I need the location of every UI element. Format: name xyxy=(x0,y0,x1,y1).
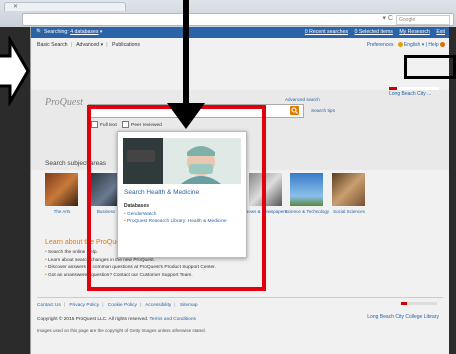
library-logo-mark xyxy=(389,87,439,90)
selected-items-link[interactable]: 0 Selected items xyxy=(355,29,393,35)
preferences-bar: Preferences English ▾ | Help xyxy=(367,42,445,48)
browser-search-box[interactable]: Google xyxy=(396,15,450,25)
contact-link[interactable]: Contact Us xyxy=(37,303,61,308)
search-icon: 🔍 xyxy=(36,29,43,35)
my-research-link[interactable]: My Research xyxy=(399,29,430,35)
address-bar[interactable]: ▾ C Google xyxy=(22,13,454,26)
footer-library-mark xyxy=(401,302,437,305)
recent-searches-link[interactable]: 0 Recent searches xyxy=(305,29,348,35)
footer-links: Contact Us | Privacy Policy | Cookie Polic… xyxy=(37,303,198,308)
subject-label: Science & Technology xyxy=(284,209,330,214)
tab-close-icon[interactable]: ✕ xyxy=(13,3,18,10)
sitemap-link[interactable]: Sitemap xyxy=(180,303,198,308)
browser-chrome: ✕ ▾ C Google xyxy=(0,0,456,27)
cookie-link[interactable]: Cookie Policy xyxy=(108,303,137,308)
search-tips-link[interactable]: Search tips xyxy=(311,109,335,114)
copyright: Copyright © 2015 ProQuest LLC. All right… xyxy=(37,317,196,322)
searching-label: Searching: xyxy=(43,29,69,35)
privacy-link[interactable]: Privacy Policy xyxy=(69,303,99,308)
footer-divider xyxy=(37,297,443,298)
searching-info: 🔍 Searching: 4 databases ▾ xyxy=(36,29,103,35)
search-button[interactable] xyxy=(290,106,299,115)
top-bar: 🔍 Searching: 4 databases ▾ 0 Recent sear… xyxy=(31,27,449,38)
browser-tab[interactable]: ✕ xyxy=(4,2,126,11)
user-links: 0 Recent searches 0 Selected items My Re… xyxy=(300,27,445,38)
basic-search-link[interactable]: Basic Search xyxy=(37,42,68,48)
outline-arrow-icon xyxy=(0,36,30,106)
footer-library-name[interactable]: Long Beach City College Library xyxy=(367,314,439,320)
reload-icon[interactable]: ▾ C xyxy=(382,14,393,22)
exit-link[interactable]: Exit xyxy=(436,29,445,35)
advanced-search-link[interactable]: Advanced xyxy=(76,42,99,48)
library-logo: Long Beach City ... xyxy=(389,87,439,97)
advanced-search-link-2[interactable]: Advanced search xyxy=(285,97,320,102)
subject-label: Social Sciences xyxy=(333,209,365,214)
images-credit: Images used on this page are the copyrig… xyxy=(37,328,206,333)
proquest-logo: ProQuest xyxy=(45,97,83,108)
search-nav: Basic Search | Advanced ▾ | Publications xyxy=(37,42,141,48)
subject-label: The Arts xyxy=(53,209,71,214)
globe-icon xyxy=(397,42,403,47)
pointer-arrow-shaft xyxy=(183,0,189,110)
help-link[interactable]: Help xyxy=(428,42,438,48)
library-name: Long Beach City ... xyxy=(389,91,432,97)
terms-link[interactable]: Terms and Conditions xyxy=(150,317,196,322)
accessibility-link[interactable]: Accessibility xyxy=(145,303,171,308)
databases-link[interactable]: 4 databases xyxy=(70,29,98,35)
language-select[interactable]: English xyxy=(404,42,420,48)
magnifier-icon xyxy=(291,107,298,114)
search-engine-label: Google xyxy=(399,17,416,23)
annotation-rectangle xyxy=(404,55,456,79)
copyright-text: Copyright © 2015 ProQuest LLC. All right… xyxy=(37,317,149,322)
preferences-link[interactable]: Preferences xyxy=(367,42,394,48)
publications-link[interactable]: Publications xyxy=(112,42,140,48)
pointer-arrow-head xyxy=(167,103,205,129)
help-icon[interactable] xyxy=(440,42,445,47)
highlight-box xyxy=(87,105,266,291)
